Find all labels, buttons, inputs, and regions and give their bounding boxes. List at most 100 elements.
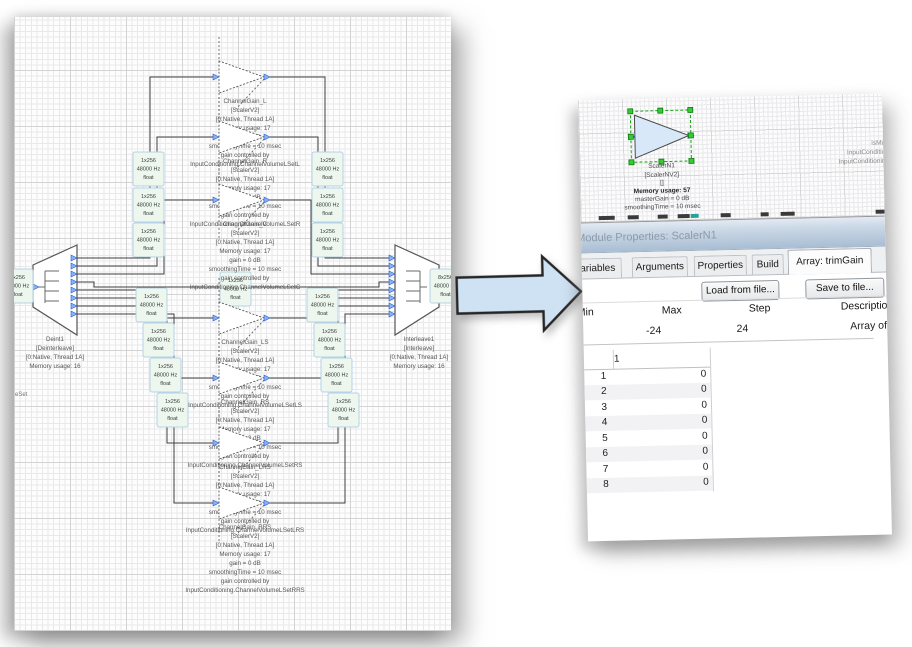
wire-format-text: 48000 Hz [147,338,171,344]
clipped-fragment [691,214,699,218]
wire-format-text: 48000 Hz [140,303,164,309]
trim-gain-cell[interactable]: 0 [616,461,708,474]
selection-handle[interactable] [658,108,663,113]
array-row-8[interactable]: 80 [587,475,713,493]
wire-format-text: float [324,346,335,352]
trim-gain-cell[interactable]: 0 [616,446,708,459]
pin-icon[interactable] [264,134,270,140]
description-value: Array of [850,320,887,333]
pin-icon[interactable] [213,315,219,321]
wire-format-text: 48000 Hz [137,167,161,173]
scaler-n1-module[interactable] [634,114,689,158]
module-annotation: [0:Native, Thread 1A] [216,417,275,424]
module-annotation: [ScalerV2] [231,408,260,415]
trim-gain-cell[interactable]: 0 [615,384,707,397]
wire-format-text: float [14,292,23,298]
interleave-thread: [0:Native, Thread 1A] [390,354,449,361]
wire-format-text: 48000 Hz [316,167,340,173]
clipped-annotation-text: InputConditio [847,149,885,157]
selection-handle[interactable] [688,133,693,138]
module-annotation: InputConditioning.ChannelVolumeLSetC [190,284,301,291]
pin-icon[interactable] [389,271,395,277]
module-annotation: [ScalerV2] [231,348,260,355]
tab-properties[interactable]: Properties [694,255,747,276]
tab-build[interactable]: Build [752,254,784,275]
wire-format-text: 48000 Hz [316,203,340,209]
wire-format-text: 8x256 [438,275,451,281]
wire-format-text: float [167,416,178,422]
trim-gain-cell[interactable]: 0 [617,477,709,490]
clipped-annotation-text: isMu [871,140,884,147]
trim-gain-cell[interactable]: 0 [614,368,706,381]
module-annotation: Memory usage: 17 [219,551,271,558]
wire-format-text: 48000 Hz [137,203,161,209]
selection-handle[interactable] [689,158,694,163]
module-annotation: gain controlled by [221,578,270,585]
clipped-fragment [761,212,769,216]
tab-array-trimgain[interactable]: Array: trimGain [787,248,872,275]
pin-icon[interactable] [389,287,395,293]
row-number: 1 [584,370,606,381]
selection-handle[interactable] [628,109,633,114]
min-value[interactable]: -24 [603,325,661,338]
trim-gain-cell[interactable]: 0 [615,415,707,428]
scaler-module-ChannelGain_LS[interactable] [219,302,264,334]
pin-icon[interactable] [213,500,219,506]
module-canvas[interactable]: ScalerN1 [ScalerNV2] [] Memory usage: 57… [578,94,885,223]
wire-format-text: 48000 Hz [154,373,178,379]
pin-icon[interactable] [213,74,219,80]
clipped-fragment [599,216,615,220]
pin-icon[interactable] [264,74,270,80]
trim-gain-cell[interactable]: 0 [616,430,708,443]
pin-icon[interactable] [264,500,270,506]
clipped-fragment [781,212,795,216]
pin-icon[interactable] [389,279,395,285]
interleave-name: Interleave1 [404,336,435,343]
tab-arguments[interactable]: Arguments [632,256,688,277]
selection-handle[interactable] [688,107,693,112]
wire-format-text: 1x256 [320,194,335,200]
pin-icon[interactable] [389,263,395,269]
module-annotation: smoothingTime = 10 msec [209,266,282,273]
trim-gain-cell[interactable]: 0 [615,399,707,412]
deint-type: [Deinterleave] [36,345,74,352]
clipped-fragment [721,213,731,217]
pin-icon[interactable] [389,311,395,317]
selection-handle[interactable] [629,160,634,165]
module-annotation: ChannelGain_L [223,98,267,105]
clipped-annotation-text: InputConditionin [838,158,884,166]
module-annotation: ChannelGain_LS [221,339,268,346]
signal-flow-diagram: Deint1 [Deinterleave] [0:Native, Thread … [14,17,451,631]
flow-arrow [450,244,588,342]
wire-format-text: float [322,175,333,181]
pin-icon[interactable] [264,375,270,381]
clipped-fragment [628,215,639,219]
wire-format-text: 1x256 [320,229,335,235]
wire-format-text: float [322,211,333,217]
wire-format-text: 1x256 [151,329,166,335]
tab-variables[interactable]: Variables [578,258,622,279]
pin-icon[interactable] [264,315,270,321]
module-annotation: [ScalerV2] [231,167,260,174]
wire-format-text: float [331,381,342,387]
module-annotation: InputConditioning.ChannelVolumeLSetRRS [185,587,304,594]
max-value[interactable]: 24 [693,323,748,336]
scaler-n1-smoothing: smoothingTime = 10 msec [624,203,701,212]
pin-icon[interactable] [389,303,395,309]
pin-icon[interactable] [389,255,395,261]
pin-icon[interactable] [213,375,219,381]
pin-icon[interactable] [213,134,219,140]
properties-panel: ScalerN1 [ScalerNV2] [] Memory usage: 57… [578,94,892,542]
selection-handle[interactable] [628,134,633,139]
row-number: 5 [586,432,608,443]
scaler-module-ChannelGain_L[interactable] [219,61,264,93]
wire-format-text: float [143,246,154,252]
module-annotation: ChannelGain_C [223,221,268,228]
module-annotation: ChannelGain_RS [221,399,269,406]
interleave-type: [Interleave] [404,345,435,352]
wire-format-text: 48000 Hz [311,303,335,309]
module-annotation: ChannelGain_R [223,158,268,165]
wire-format-text: 48000 Hz [318,338,342,344]
deinterleave-module[interactable] [33,245,77,335]
pin-icon[interactable] [389,295,395,301]
